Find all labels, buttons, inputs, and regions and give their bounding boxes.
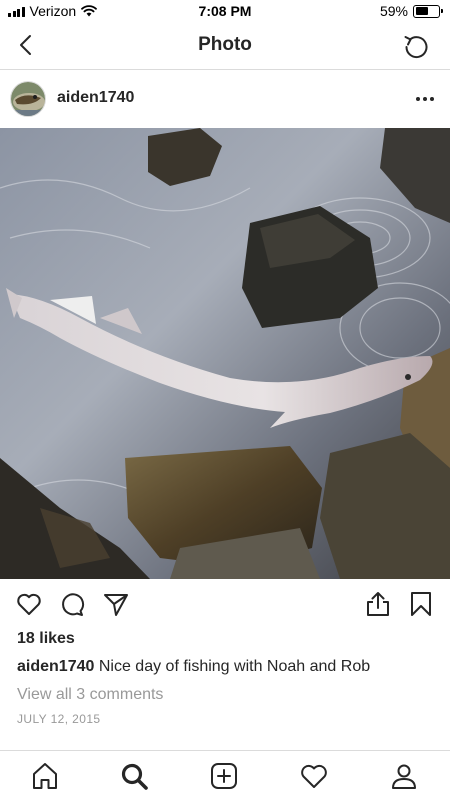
status-right: 59% xyxy=(379,3,443,19)
photo-image xyxy=(0,128,450,579)
bookmark-icon[interactable] xyxy=(407,590,435,618)
comment-icon[interactable] xyxy=(58,590,86,618)
page-title: Photo xyxy=(198,34,252,55)
share-icon[interactable] xyxy=(364,590,392,618)
more-horizontal-icon[interactable] xyxy=(414,90,436,108)
battery-icon xyxy=(413,4,443,18)
post-photo[interactable] xyxy=(0,128,450,579)
battery-fill xyxy=(415,7,429,15)
battery-percent: 59% xyxy=(379,3,408,19)
avatar-image xyxy=(11,82,45,116)
post-actions xyxy=(0,579,450,629)
tab-bar xyxy=(0,750,450,800)
activity-heart-icon[interactable] xyxy=(299,761,329,791)
likes-count[interactable]: 18 likes xyxy=(17,630,75,648)
refresh-icon[interactable] xyxy=(402,32,430,60)
avatar[interactable] xyxy=(10,81,46,117)
add-post-icon[interactable] xyxy=(209,761,239,791)
caption-username[interactable]: aiden1740 xyxy=(17,658,94,675)
heart-icon[interactable] xyxy=(15,590,43,618)
search-icon[interactable] xyxy=(119,761,149,791)
post-date: JULY 12, 2015 xyxy=(17,712,101,726)
home-icon[interactable] xyxy=(30,761,60,791)
profile-icon[interactable] xyxy=(389,761,419,791)
view-comments-link[interactable]: View all 3 comments xyxy=(17,686,163,704)
post-header: aiden1740 xyxy=(0,70,450,128)
post-username[interactable]: aiden1740 xyxy=(57,89,134,107)
send-icon[interactable] xyxy=(102,590,130,618)
status-bar: Verizon 7:08 PM 59% xyxy=(0,0,450,22)
nav-bar: Photo xyxy=(0,22,450,70)
post-caption: aiden1740 Nice day of fishing with Noah … xyxy=(17,658,370,676)
caption-text: Nice day of fishing with Noah and Rob xyxy=(98,658,371,675)
